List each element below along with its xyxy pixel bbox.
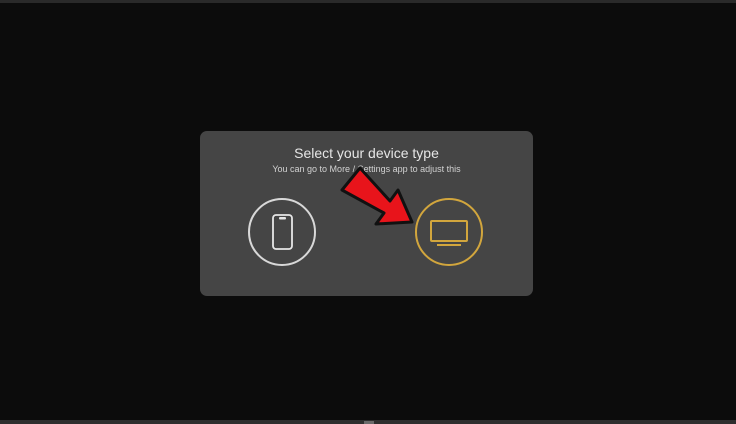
annotation-arrow-icon [340,166,414,226]
dialog-title: Select your device type [294,145,439,161]
tv-icon [430,220,468,246]
phone-option-button[interactable] [248,198,316,266]
tv-screen: Select your device type You can go to Mo… [0,0,736,424]
phone-icon [272,214,293,250]
bottom-bezel [0,420,736,424]
tv-option-button[interactable] [415,198,483,266]
